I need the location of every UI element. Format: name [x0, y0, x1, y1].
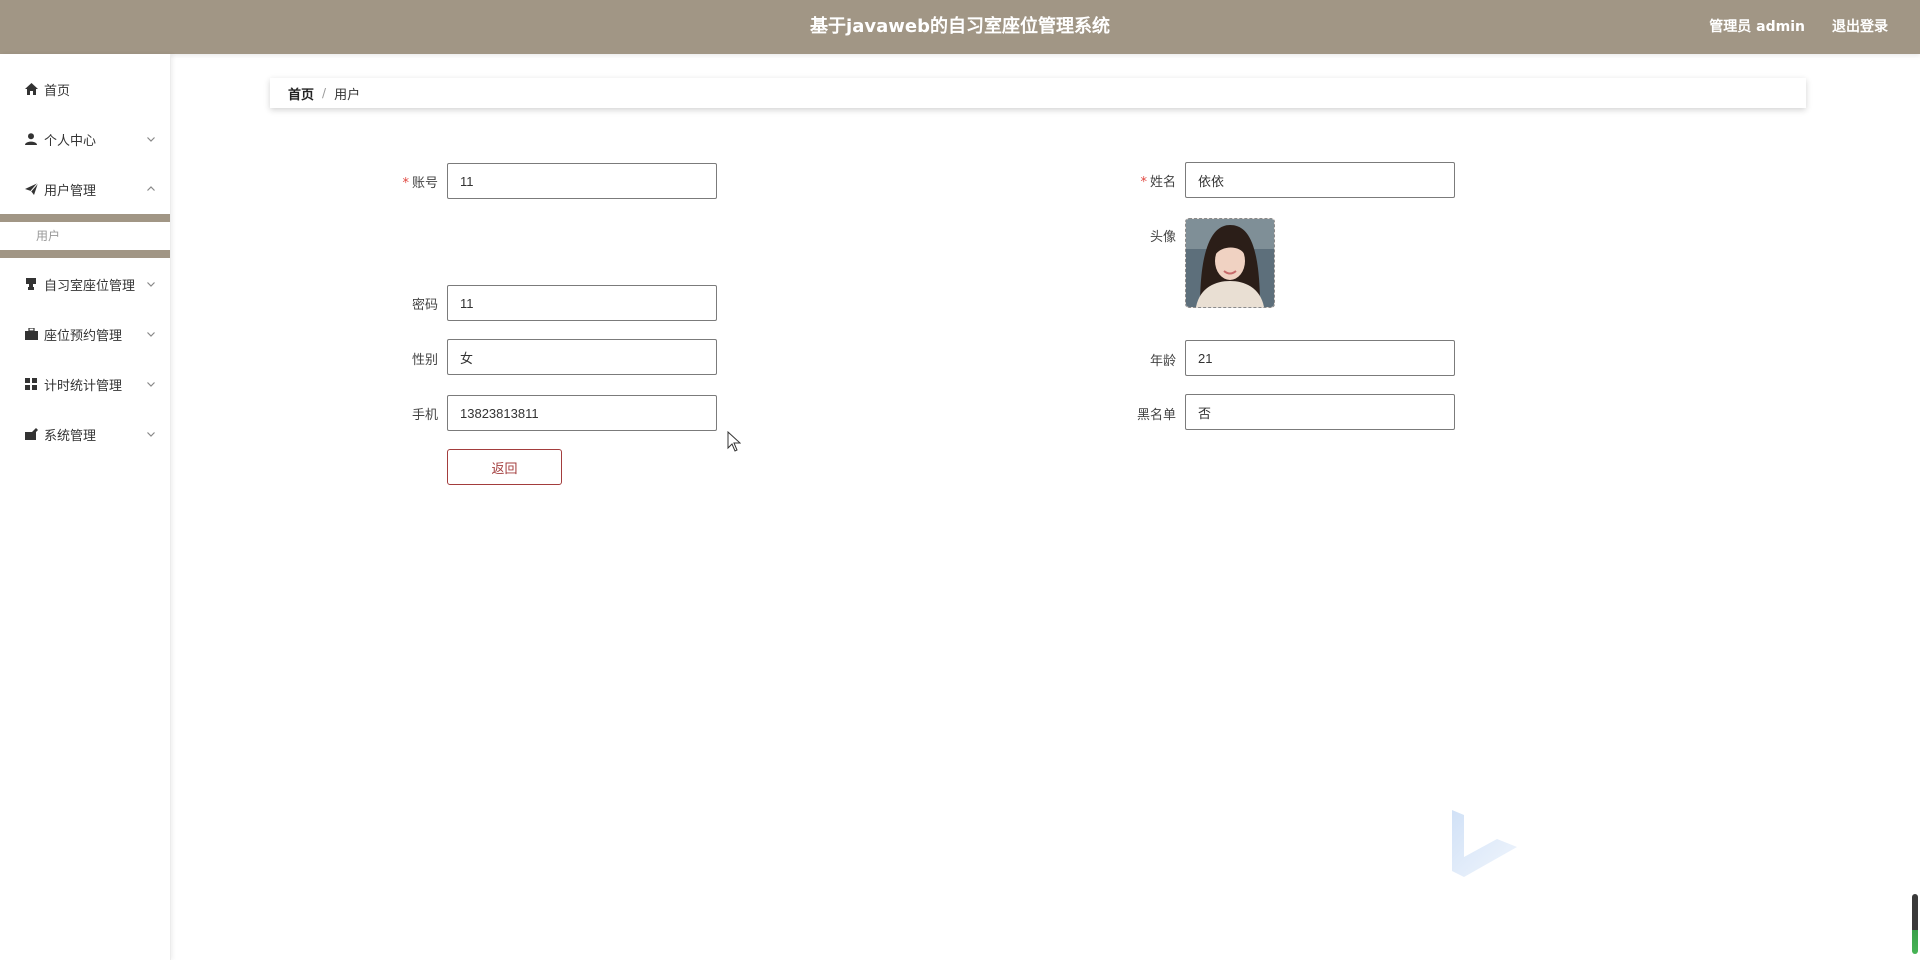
- age-label: 年龄: [1149, 354, 1176, 369]
- briefcase-icon: [24, 327, 38, 341]
- sidebar-item-label: 座位预约管理: [44, 328, 123, 344]
- blacklist-field[interactable]: [1185, 394, 1455, 430]
- stamp-icon: [24, 277, 38, 291]
- sidebar-item-label: 首页: [44, 83, 71, 99]
- breadcrumb-current: 用户: [334, 87, 361, 103]
- avatar-image[interactable]: [1185, 218, 1275, 308]
- breadcrumb-separator: /: [322, 86, 327, 100]
- breadcrumb-home[interactable]: 首页: [288, 84, 314, 103]
- sidebar-item-personal-center[interactable]: 个人中心: [0, 114, 170, 164]
- logout-button[interactable]: 退出登录: [1832, 0, 1888, 54]
- blacklist-label: 黑名单: [1136, 408, 1176, 423]
- sidebar-item-label: 自习室座位管理: [44, 278, 136, 294]
- gender-field[interactable]: [447, 339, 717, 375]
- sidebar-item-seat-management[interactable]: 自习室座位管理: [0, 259, 170, 309]
- phone-field[interactable]: [447, 395, 717, 431]
- mouse-cursor-icon: [727, 430, 742, 458]
- breadcrumb: 首页 / 用户: [270, 78, 1806, 108]
- phone-label: 手机: [411, 408, 438, 423]
- back-button[interactable]: 返回: [447, 449, 562, 485]
- account-field[interactable]: [447, 163, 717, 199]
- sidebar-subitem-user[interactable]: 用户: [36, 226, 60, 246]
- password-field[interactable]: [447, 285, 717, 321]
- top-header: 基于javaweb的自习室座位管理系统 管理员 admin 退出登录: [0, 0, 1920, 54]
- home-icon: [24, 82, 38, 96]
- avatar-label: 头像: [1149, 230, 1176, 245]
- chevron-down-icon: [146, 379, 156, 389]
- age-field[interactable]: [1185, 340, 1455, 376]
- chevron-down-icon: [146, 329, 156, 339]
- password-label: 密码: [411, 298, 438, 313]
- sidebar-item-timing-statistics[interactable]: 计时统计管理: [0, 359, 170, 409]
- scrollbar-thumb[interactable]: [1912, 894, 1918, 954]
- sidebar-item-label: 系统管理: [44, 428, 97, 444]
- sidebar-item-system-management[interactable]: 系统管理: [0, 409, 170, 459]
- app-title: 基于javaweb的自习室座位管理系统: [810, 16, 1110, 37]
- user-icon: [24, 132, 38, 146]
- chevron-down-icon: [146, 134, 156, 144]
- submenu-user-management: 用户: [0, 214, 170, 258]
- grid-icon: [24, 377, 38, 391]
- chevron-down-icon: [146, 279, 156, 289]
- name-label: * 姓名: [1140, 175, 1176, 190]
- sidebar-item-home[interactable]: 首页: [0, 64, 170, 114]
- sidebar-item-label: 用户管理: [44, 183, 97, 199]
- sidebar-item-reservation-management[interactable]: 座位预约管理: [0, 309, 170, 359]
- chevron-up-icon: [146, 184, 156, 194]
- name-field[interactable]: [1185, 162, 1455, 198]
- current-user: 管理员 admin: [1709, 19, 1805, 35]
- send-icon: [24, 182, 38, 196]
- sidebar-item-label: 计时统计管理: [44, 378, 123, 394]
- account-label: * 账号: [402, 176, 438, 191]
- chevron-down-icon: [146, 429, 156, 439]
- gender-label: 性别: [411, 353, 438, 368]
- sidebar-item-user-management[interactable]: 用户管理: [0, 164, 170, 214]
- tool-icon: [24, 427, 38, 441]
- sidebar: 首页 个人中心 用户管理 用户 自习室座位管理 座位预约管理 计时统计管理 系统…: [0, 54, 171, 960]
- watermark-logo-icon: [1452, 805, 1522, 885]
- sidebar-item-label: 个人中心: [44, 133, 97, 149]
